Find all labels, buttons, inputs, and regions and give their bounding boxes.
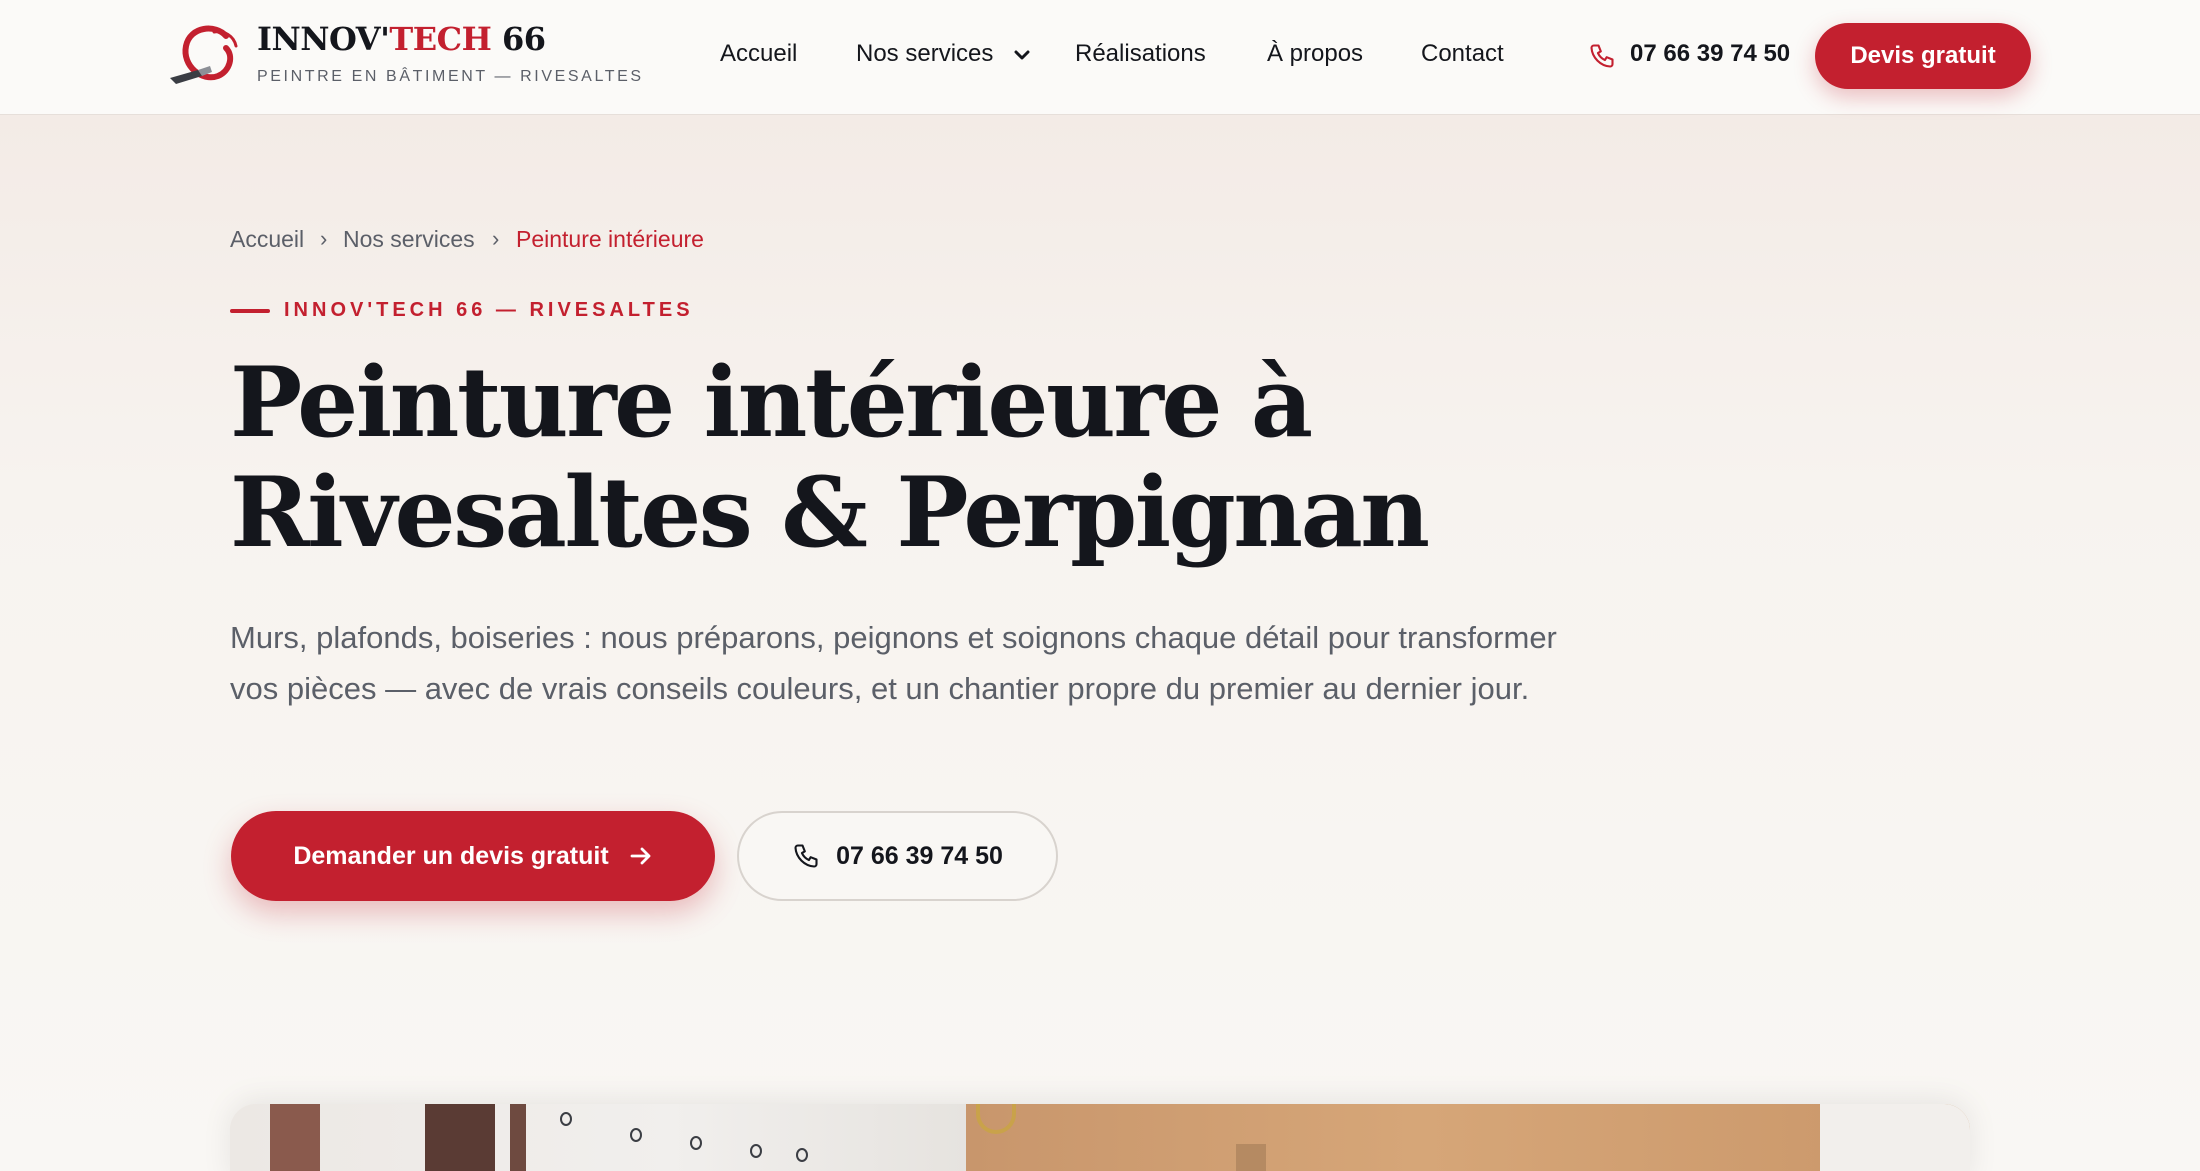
phone-icon (794, 844, 818, 868)
decor-white-wall (1820, 1104, 1970, 1171)
breadcrumb-separator: › (492, 226, 500, 251)
chevron-down-icon[interactable] (1013, 48, 1031, 62)
site-header: INNOV'TECH 66 PEINTRE EN BÂTIMENT — RIVE… (0, 0, 2200, 114)
brush-swirl-logo-icon[interactable] (168, 22, 244, 90)
decor-wood-panel (510, 1104, 526, 1171)
phone-icon[interactable] (1588, 42, 1616, 70)
decor-wood-panel (425, 1104, 495, 1171)
call-phone-label: 07 66 39 74 50 (836, 841, 1003, 870)
decor-curtain-ring (796, 1148, 808, 1162)
nav-item-accueil[interactable]: Accueil (720, 40, 797, 68)
decor-lamp (976, 1104, 1016, 1134)
project-gallery-preview (230, 1104, 1970, 1171)
eyebrow-accent-line (230, 309, 270, 313)
decor-shelf (1236, 1144, 1266, 1171)
call-phone-button[interactable]: 07 66 39 74 50 (737, 811, 1058, 901)
decor-wood-panel (270, 1104, 320, 1171)
arrow-right-icon (630, 847, 651, 865)
breadcrumb-item-nos-services[interactable]: Nos services (343, 226, 475, 253)
decor-curtain-ring (750, 1144, 762, 1158)
breadcrumb-item-accueil[interactable]: Accueil (230, 226, 304, 253)
nav-item-contact[interactable]: Contact (1421, 40, 1504, 68)
breadcrumb-separator: › (320, 226, 328, 251)
decor-curtain-ring (690, 1136, 702, 1150)
gallery-image-living-room (966, 1104, 1970, 1171)
nav-item-a-propos[interactable]: À propos (1267, 40, 1363, 68)
decor-curtain-ring (560, 1112, 572, 1126)
demander-devis-label: Demander un devis gratuit (293, 841, 609, 870)
page-title: Peinture intérieure à Rivesaltes & Perpi… (230, 348, 1630, 568)
page-title-line-1: Peinture intérieure à (230, 346, 1313, 459)
logo-tagline: PEINTRE EN BÂTIMENT — RIVESALTES (257, 68, 644, 85)
hero-eyebrow: INNOV'TECH 66 — RIVESALTES (284, 299, 694, 321)
nav-item-nos-services[interactable]: Nos services (856, 40, 993, 68)
devis-gratuit-button[interactable]: Devis gratuit (1815, 23, 2031, 89)
logo-wordmark[interactable]: INNOV'TECH 66 (257, 20, 546, 58)
header-phone-link[interactable]: 07 66 39 74 50 (1630, 40, 1790, 68)
page-title-line-2: Rivesaltes & Perpignan (230, 456, 1430, 569)
demander-devis-button[interactable]: Demander un devis gratuit (231, 811, 715, 901)
breadcrumb-item-current: Peinture intérieure (516, 226, 704, 252)
decor-curtain-ring (630, 1128, 642, 1142)
logo-name-tech: TECH (389, 20, 492, 58)
nav-item-realisations[interactable]: Réalisations (1075, 40, 1206, 68)
logo-name-innov: INNOV' (257, 20, 390, 58)
gallery-image-bedroom (230, 1104, 966, 1171)
logo-name-66: 66 (491, 20, 546, 58)
hero-description: Murs, plafonds, boiseries : nous préparo… (230, 620, 1557, 706)
